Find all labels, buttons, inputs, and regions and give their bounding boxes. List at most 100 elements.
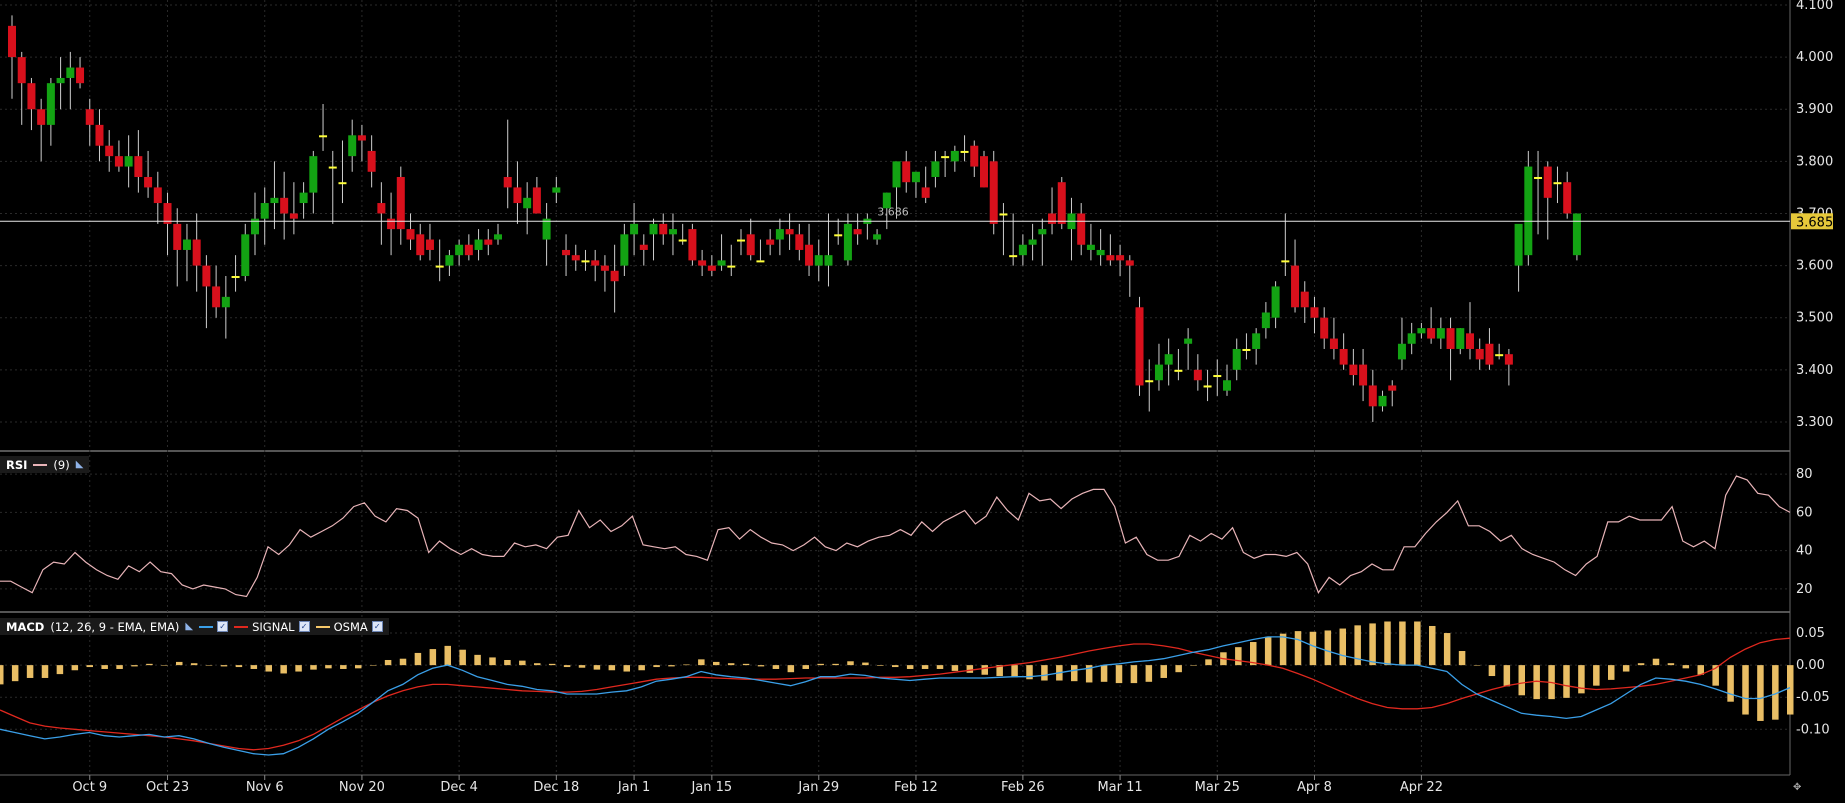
macd-tick-label: -0.05 <box>1796 690 1830 705</box>
x-tick-label: Feb 12 <box>894 780 938 795</box>
candle-body <box>445 255 454 266</box>
candle-body <box>698 260 707 266</box>
candle-body <box>591 260 600 266</box>
candle-body <box>571 255 580 261</box>
osma-bar <box>1563 665 1570 698</box>
candle-body <box>1184 338 1193 344</box>
candle-body <box>1310 307 1319 318</box>
osma-bar <box>877 665 884 666</box>
candle-body <box>1038 229 1047 235</box>
osma-bar <box>250 665 258 669</box>
osma-bar <box>0 665 4 685</box>
candle-body <box>1504 354 1513 365</box>
candle-body <box>1534 176 1543 179</box>
candle-body <box>1466 333 1474 349</box>
osma-bar <box>817 663 824 666</box>
candle-body <box>980 156 988 188</box>
candle-body <box>1553 182 1562 185</box>
axis-corner-icon: ✥ <box>1793 782 1801 793</box>
candle-body <box>668 229 677 235</box>
rsi-legend-params: (9) <box>53 457 70 472</box>
price-tick-label: 3.300 <box>1796 415 1833 430</box>
price-tick-label: 3.500 <box>1796 311 1833 326</box>
rsi-edit-icon[interactable]: ◣ <box>76 459 84 470</box>
osma-bar <box>295 665 302 672</box>
osma-bar <box>325 665 332 669</box>
osma-bar <box>578 665 586 668</box>
candle-body <box>1242 348 1251 351</box>
candle-body <box>1349 364 1358 376</box>
candle-body <box>659 223 668 235</box>
osma-bar <box>906 665 914 669</box>
osma-bar <box>593 665 601 670</box>
candle-body <box>999 213 1008 216</box>
candle-body <box>260 203 269 219</box>
candle-body <box>1203 385 1212 388</box>
osma-bar <box>1235 647 1242 666</box>
candle-body <box>989 161 998 224</box>
candle-body <box>1329 338 1338 349</box>
candle-body <box>1563 182 1572 214</box>
macd-legend-signal: SIGNAL ✓ <box>234 620 310 634</box>
macd-tick-label: 0.00 <box>1796 658 1825 673</box>
osma-bar <box>563 665 571 668</box>
candle-body <box>1427 328 1436 339</box>
current-price-label: 3.685 <box>1796 215 1833 230</box>
macd-tick-label: 0.05 <box>1796 626 1825 641</box>
candle-body <box>581 260 590 263</box>
signal-visible-checkbox[interactable]: ✓ <box>298 621 310 632</box>
osma-bar <box>41 665 49 678</box>
osma-bar <box>161 665 168 666</box>
candle-body <box>231 276 240 279</box>
macd-legend-osma: OSMA ✓ <box>315 620 383 634</box>
candle-body <box>892 161 901 188</box>
osma-bar <box>1339 628 1346 666</box>
x-tick-label: Apr 22 <box>1400 780 1443 795</box>
candle-body <box>8 25 16 58</box>
osma-bar <box>429 649 437 666</box>
osma-bar <box>1130 665 1138 684</box>
price-tick-label: 3.600 <box>1796 259 1833 274</box>
candle-body <box>542 218 551 240</box>
chart-canvas[interactable]: Oct 9 Oct 23 Nov 6 Nov 20 Dec 4 Dec 18 Jan 1 Ja… <box>0 0 1845 803</box>
macd-edit-icon[interactable]: ◣ <box>185 621 193 632</box>
osma-bar <box>1593 665 1600 686</box>
candle-body <box>1135 307 1144 386</box>
osma-bar <box>1205 659 1212 666</box>
price-tick-label: 3.900 <box>1796 102 1833 117</box>
osma-bar <box>414 652 422 666</box>
candle-body <box>1446 328 1455 349</box>
candle-body <box>873 234 882 240</box>
osma-visible-checkbox[interactable]: ✓ <box>371 621 383 632</box>
macd-visible-checkbox[interactable]: ✓ <box>217 621 229 632</box>
osma-bar <box>1637 663 1645 666</box>
osma-bar <box>71 665 79 671</box>
osma-bar <box>1742 665 1749 715</box>
x-tick-label: Mar 11 <box>1097 780 1142 795</box>
candle-body <box>387 218 396 230</box>
x-tick-label: Dec 4 <box>440 780 478 795</box>
candle-body <box>1495 354 1504 357</box>
candle-body <box>95 124 104 146</box>
candle-body <box>853 229 862 235</box>
x-tick-label: Apr 8 <box>1297 780 1332 795</box>
candle-body <box>144 176 153 188</box>
osma-bar <box>190 663 198 666</box>
osma-bar <box>1488 665 1496 677</box>
osma-bar <box>280 665 287 674</box>
candle-body <box>746 234 755 256</box>
candle-body <box>85 109 94 125</box>
osma-bar <box>757 665 765 667</box>
osma-bar <box>146 663 153 666</box>
candle-body <box>163 203 172 224</box>
osma-bar <box>1041 665 1048 681</box>
candle-body <box>610 270 619 282</box>
osma-bar <box>1757 665 1764 721</box>
rsi-tick-label: 60 <box>1796 505 1813 520</box>
candle-body <box>1174 369 1183 372</box>
candle-body <box>484 239 493 245</box>
candle-body <box>562 249 571 256</box>
candle-body <box>1388 385 1397 391</box>
candle-body <box>843 223 852 261</box>
osma-bar <box>668 665 675 667</box>
